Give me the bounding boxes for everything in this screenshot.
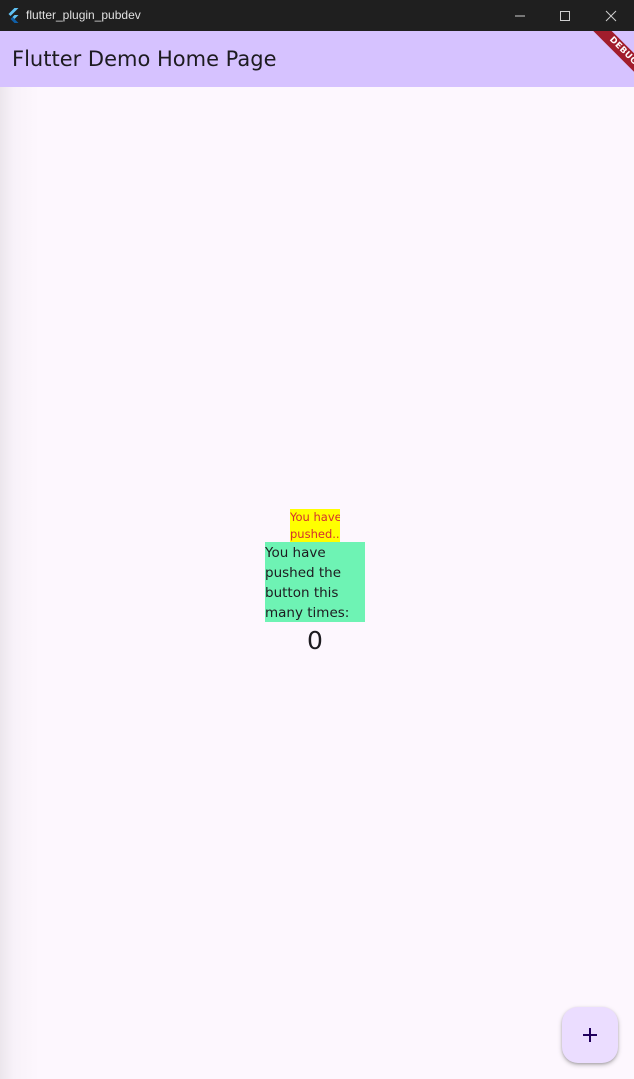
maximize-button[interactable] (542, 0, 588, 31)
close-icon (605, 10, 617, 21)
window-titlebar[interactable]: flutter_plugin_pubdev (0, 0, 634, 31)
truncated-counter-label: You have pushed... (290, 509, 340, 542)
minimize-icon (515, 15, 525, 16)
truncated-label-line-2: pushed... (290, 527, 340, 541)
flutter-logo-icon (8, 8, 19, 23)
app-bar: Flutter Demo Home Page (0, 31, 634, 87)
counter-description-label: You have pushed the button this many tim… (265, 542, 365, 622)
counter-value: 0 (307, 626, 323, 655)
minimize-button[interactable] (497, 0, 543, 31)
truncated-label-line-1: You have (290, 510, 340, 524)
close-button[interactable] (588, 0, 634, 31)
window-title: flutter_plugin_pubdev (26, 8, 141, 22)
maximize-icon (560, 10, 570, 21)
app-window: flutter_plugin_pubdev Flutter Demo Home … (0, 0, 634, 1079)
plus-icon (583, 1028, 597, 1042)
increment-button[interactable] (562, 1007, 618, 1063)
left-edge-shadow (0, 87, 40, 1079)
page-title: Flutter Demo Home Page (12, 47, 277, 71)
